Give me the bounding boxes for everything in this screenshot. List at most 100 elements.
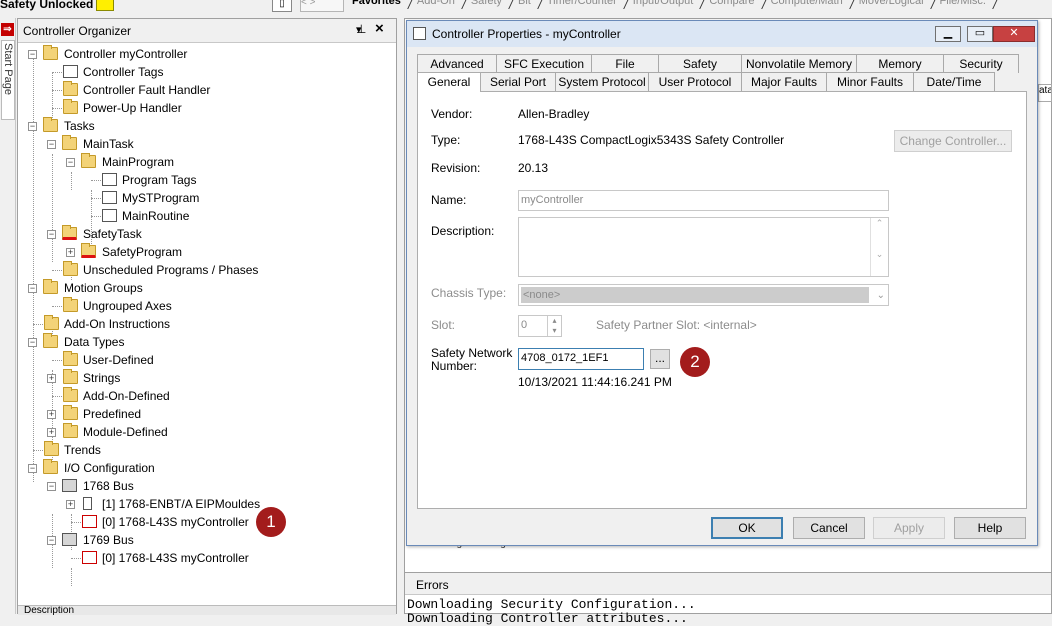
tab-move-logical[interactable]: Move/Logical <box>853 0 934 10</box>
collapse-toggle[interactable]: − <box>47 230 56 239</box>
tab-minor-faults[interactable]: Minor Faults <box>826 72 914 91</box>
collapse-toggle[interactable]: − <box>47 140 56 149</box>
tab-favorites[interactable]: Favorites <box>346 0 411 10</box>
description-field[interactable] <box>518 217 889 277</box>
folder-icon <box>63 261 78 276</box>
cancel-button[interactable]: Cancel <box>793 517 865 539</box>
collapse-toggle[interactable]: − <box>66 158 75 167</box>
start-page-tab[interactable]: Start Page <box>1 40 15 120</box>
tab-security[interactable]: Security <box>943 54 1019 73</box>
tab-memory[interactable]: Memory <box>856 54 944 73</box>
tab-general[interactable]: General <box>417 72 481 92</box>
nav-arrows[interactable]: < > <box>300 0 344 12</box>
expand-toggle[interactable]: + <box>47 410 56 419</box>
general-tab-panel: Vendor: Allen-Bradley Type: 1768-L43S Co… <box>417 91 1027 509</box>
task-icon <box>62 135 77 150</box>
tab-nonvolatile-memory[interactable]: Nonvolatile Memory <box>741 54 857 73</box>
collapse-toggle[interactable]: − <box>28 50 37 59</box>
expand-toggle[interactable]: + <box>66 500 75 509</box>
tree-label: Unscheduled Programs / Phases <box>83 263 259 277</box>
tab-user-protocol[interactable]: User Protocol <box>648 72 742 91</box>
change-controller-button[interactable]: Change Controller... <box>894 130 1012 152</box>
minimize-button[interactable]: ▁ <box>935 26 961 42</box>
close-icon[interactable]: × <box>375 20 384 37</box>
tab-serial-port[interactable]: Serial Port <box>480 72 556 91</box>
errors-title: Errors <box>405 573 1051 595</box>
tab-input-output[interactable]: Input/Output <box>627 0 704 10</box>
folder-icon <box>44 315 59 330</box>
type-label: Type: <box>431 133 461 147</box>
safety-task-icon <box>62 225 77 240</box>
safety-network-number-field[interactable]: 4708_0172_1EF1 <box>518 348 644 370</box>
apply-button[interactable]: Apply <box>873 517 945 539</box>
name-field[interactable]: myController <box>518 190 889 211</box>
collapse-toggle[interactable]: − <box>28 464 37 473</box>
tab-advanced[interactable]: Advanced <box>417 54 497 73</box>
expand-toggle[interactable]: + <box>47 428 56 437</box>
tab-safety[interactable]: Safety <box>658 54 742 73</box>
tree-label: I/O Configuration <box>64 461 155 475</box>
toolbar-button[interactable]: ▯ <box>272 0 292 12</box>
controller-properties-dialog: Controller Properties - myController ▁ ▭… <box>406 20 1038 546</box>
snn-browse-button[interactable]: ... <box>650 349 670 369</box>
tree-label: MainProgram <box>102 155 175 169</box>
collapse-toggle[interactable]: − <box>47 536 56 545</box>
close-button[interactable]: ✕ <box>993 26 1035 42</box>
revision-label: Revision: <box>431 161 481 175</box>
backplane-icon <box>62 479 77 492</box>
description-scrollbar[interactable]: ⌃ ⌄ <box>870 218 888 276</box>
tree-label: Trends <box>64 443 101 457</box>
snn-label-line2: Number: <box>431 359 478 373</box>
snn-timestamp: 10/13/2021 11:44:16.241 PM <box>518 375 672 389</box>
expand-toggle[interactable]: + <box>47 374 56 383</box>
expand-toggle[interactable]: + <box>66 248 75 257</box>
tree-label: Module-Defined <box>83 425 168 439</box>
safety-partner-label: Safety Partner Slot: <internal> <box>596 318 757 332</box>
tree-label: Add-On Instructions <box>64 317 171 331</box>
collapse-toggle[interactable]: − <box>28 284 37 293</box>
tab-file-misc[interactable]: File/Misc. <box>934 0 996 10</box>
collapse-toggle[interactable]: − <box>28 338 37 347</box>
tree-label: Controller Fault Handler <box>83 83 211 97</box>
folder-icon <box>63 423 78 438</box>
chassis-type-select[interactable]: <none> ⌄ <box>518 284 889 306</box>
ok-button[interactable]: OK <box>711 517 783 539</box>
tab-file[interactable]: File <box>591 54 659 73</box>
tab-bit[interactable]: Bit <box>512 0 541 10</box>
tab-compare[interactable]: Compare <box>703 0 764 10</box>
tree-label: Ungrouped Axes <box>83 299 172 313</box>
slot-spinner[interactable]: 0 ▴ ▾ <box>518 315 562 337</box>
help-button[interactable]: Help <box>954 517 1026 539</box>
tab-major-faults[interactable]: Major Faults <box>741 72 827 91</box>
tree-label: Predefined <box>83 407 142 421</box>
tab-addon[interactable]: Add-On <box>411 0 465 10</box>
tab-safety[interactable]: Safety <box>465 0 512 10</box>
module-icon <box>83 497 92 510</box>
maximize-button[interactable]: ▭ <box>967 26 993 42</box>
ladder-routine-icon <box>102 209 117 222</box>
folder-icon <box>63 405 78 420</box>
tab-date-time[interactable]: Date/Time <box>913 72 995 91</box>
folder-icon <box>43 333 58 348</box>
errors-line-2: Downloading Controller attributes... <box>407 611 688 626</box>
tab-sfc-execution[interactable]: SFC Execution <box>496 54 592 73</box>
spinner-arrows-icon[interactable]: ▴ ▾ <box>547 316 561 336</box>
start-page-icon[interactable]: ⇒ <box>1 23 14 36</box>
collapse-toggle[interactable]: − <box>28 122 37 131</box>
errors-pane: Errors Downloading Security Configuratio… <box>404 572 1052 626</box>
safety-lock-icon[interactable] <box>96 0 114 11</box>
callout-2: 2 <box>680 347 710 377</box>
collapse-toggle[interactable]: − <box>47 482 56 491</box>
pin-icon[interactable]: ⊥ <box>356 22 366 36</box>
tree-label: Tasks <box>64 119 95 133</box>
tab-system-protocol[interactable]: System Protocol <box>555 72 649 91</box>
tab-compute-math[interactable]: Compute/Math <box>765 0 853 10</box>
tree-label: MainRoutine <box>122 209 190 223</box>
tree-label: SafetyProgram <box>102 245 183 259</box>
tab-timer-counter[interactable]: Timer/Counter <box>541 0 627 10</box>
folder-icon <box>43 117 58 132</box>
vendor-value: Allen-Bradley <box>518 107 590 121</box>
tree-label: 1768 Bus <box>83 479 134 493</box>
type-value: 1768-L43S CompactLogix5343S Safety Contr… <box>518 133 785 147</box>
callout-1: 1 <box>256 507 286 537</box>
